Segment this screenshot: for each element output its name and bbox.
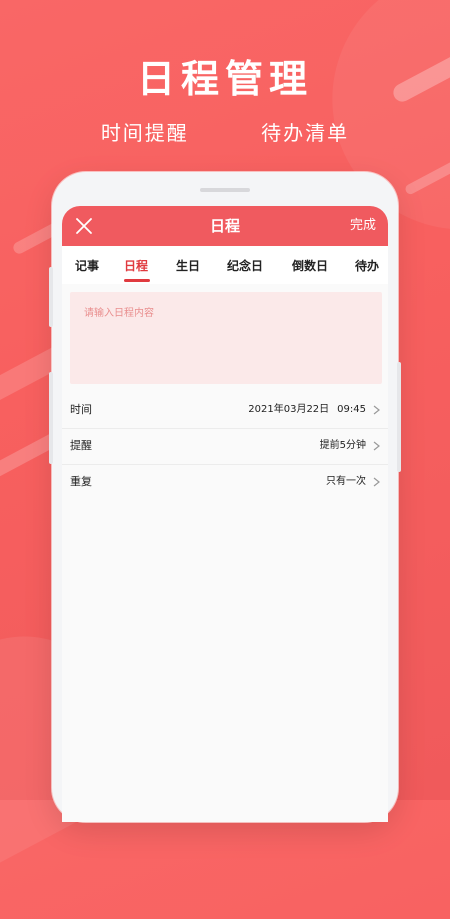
- category-tabs: 记事 日程 生日 纪念日 倒数日 待办: [62, 246, 388, 284]
- hero-subtitle-left: 时间提醒: [100, 121, 189, 145]
- remind-label: 提醒: [70, 439, 92, 452]
- phone-side-button: [49, 372, 53, 464]
- phone-speaker: [200, 188, 250, 192]
- phone-mockup: 日程 完成 记事 日程 生日 纪念日 倒数日 待办 请输入日程内容 时间 202…: [49, 172, 401, 822]
- time-label: 时间: [70, 403, 92, 416]
- tab-birthday[interactable]: 生日: [176, 257, 200, 274]
- tab-schedule[interactable]: 日程: [124, 257, 148, 274]
- repeat-label: 重复: [70, 475, 92, 488]
- content-placeholder: 请输入日程内容: [84, 308, 154, 319]
- phone-side-button: [49, 267, 53, 327]
- chevron-right-icon: [373, 477, 380, 487]
- time-value: 2021年03月22日 09:45: [248, 392, 366, 428]
- time-clock: 09:45: [337, 404, 366, 415]
- time-row[interactable]: 时间 2021年03月22日 09:45: [62, 392, 388, 429]
- nav-title: 日程: [209, 217, 240, 235]
- done-button[interactable]: 完成: [350, 206, 376, 246]
- nav-bar: 日程 完成: [62, 206, 388, 246]
- hero-title: 日程管理: [136, 57, 313, 101]
- remind-value: 提前5分钟: [319, 440, 366, 451]
- active-tab-indicator: [124, 279, 150, 282]
- hero-subtitle-right: 待办清单: [261, 121, 350, 145]
- tab-notes[interactable]: 记事: [75, 257, 99, 274]
- chevron-right-icon: [373, 405, 380, 415]
- hero-subtitle: 时间提醒 待办清单: [0, 117, 450, 146]
- schedule-content-input[interactable]: 请输入日程内容: [70, 292, 382, 384]
- repeat-value: 只有一次: [326, 476, 366, 487]
- chevron-right-icon: [373, 441, 380, 451]
- app-screen: 日程 完成 记事 日程 生日 纪念日 倒数日 待办 请输入日程内容 时间 202…: [62, 206, 388, 822]
- repeat-row[interactable]: 重复 只有一次: [62, 464, 388, 500]
- time-date: 2021年03月22日: [248, 404, 330, 415]
- remind-row[interactable]: 提醒 提前5分钟: [62, 428, 388, 465]
- phone-side-button: [397, 362, 401, 472]
- tab-anniversary[interactable]: 纪念日: [227, 257, 263, 274]
- tab-todo[interactable]: 待办: [355, 257, 379, 274]
- tab-countdown[interactable]: 倒数日: [292, 257, 328, 274]
